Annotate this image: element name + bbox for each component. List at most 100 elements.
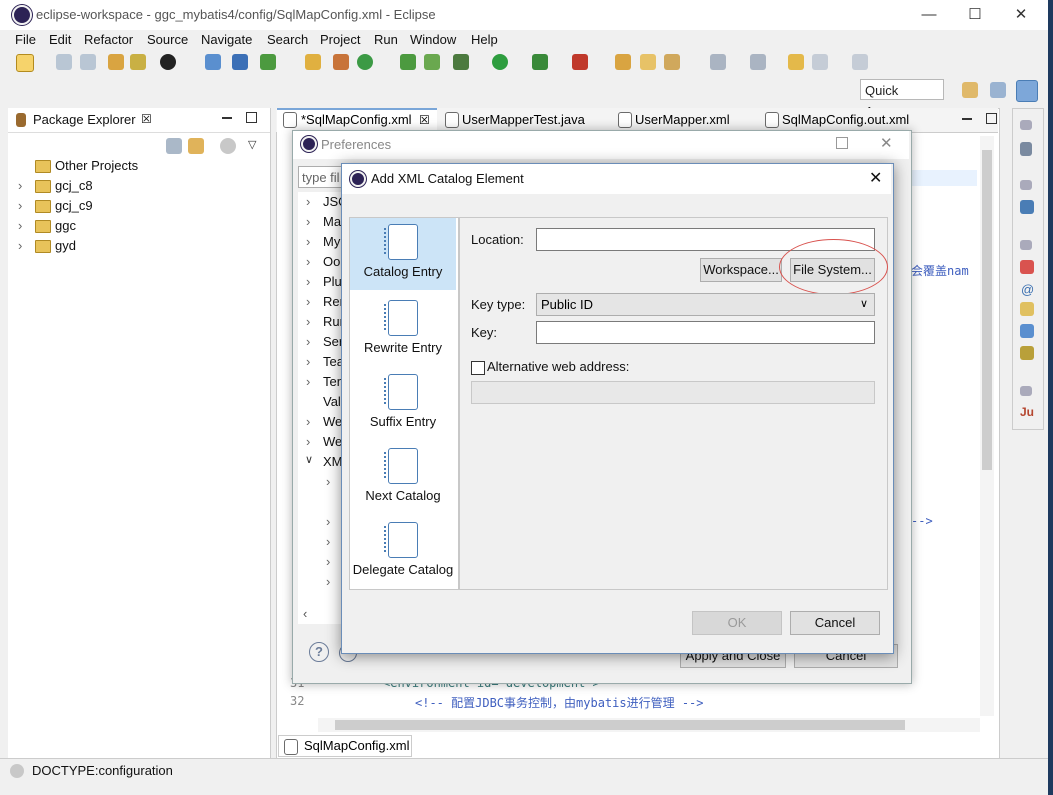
declaration-icon[interactable] [1020,302,1034,316]
bug-icon[interactable] [453,54,469,70]
tab-sqlmapconfig-out[interactable]: SqlMapConfig.out.xml [778,108,909,132]
outline-icon[interactable] [1020,142,1032,156]
javadoc-icon[interactable]: @ [1021,282,1034,297]
minimize-editor-icon[interactable] [962,118,972,120]
expand-icon[interactable]: › [306,334,310,349]
expand-icon[interactable]: › [306,354,310,369]
open-type-icon[interactable] [108,54,124,70]
menu-edit[interactable]: Edit [49,32,71,47]
expand-icon[interactable]: › [326,474,330,489]
preferences-maximize[interactable] [836,137,848,149]
suffix-entry-option[interactable]: Suffix Entry [350,368,456,438]
close-button[interactable]: ✕ [998,0,1044,30]
help-icon[interactable]: ? [309,642,329,662]
pref-item[interactable]: We [323,414,342,429]
expand-icon[interactable]: › [18,238,22,253]
pref-item[interactable]: XM [323,454,343,469]
key-input[interactable] [536,321,875,344]
tree-item-gcj-c9[interactable]: gcj_c9 [55,198,93,213]
forward-icon[interactable] [852,54,868,70]
back-icon[interactable] [812,54,828,70]
next-catalog-option[interactable]: Next Catalog [350,442,456,512]
maximize-view-icon[interactable] [246,112,257,123]
open-perspective-icon[interactable] [962,82,978,98]
tree-item-other-projects[interactable]: Other Projects [55,158,138,173]
expand-icon[interactable]: › [306,234,310,249]
save-all-icon[interactable] [80,54,96,70]
workspace-button[interactable]: Workspace... [700,258,782,282]
tree-item-ggc[interactable]: ggc [55,218,76,233]
server-icon[interactable] [424,54,440,70]
console-view-icon[interactable] [1020,324,1034,338]
menu-window[interactable]: Window [410,32,456,47]
pref-item[interactable]: My [323,234,340,249]
expand-icon[interactable]: › [326,534,330,549]
cancel-button[interactable]: Cancel [790,611,880,635]
tree-item-gcj-c8[interactable]: gcj_c8 [55,178,93,193]
task-icon[interactable] [260,54,276,70]
catalog-entry-option[interactable]: Catalog Entry [350,218,456,290]
focus-icon[interactable] [220,138,236,154]
new-java-icon[interactable] [305,54,321,70]
tab-usermapper[interactable]: UserMapper.xml [631,108,730,132]
tab-sqlmapconfig[interactable]: *SqlMapConfig.xml [297,108,412,132]
package-icon[interactable] [333,54,349,70]
folder-icon[interactable] [640,54,656,70]
alternative-web-address-checkbox[interactable] [471,361,485,375]
menu-search[interactable]: Search [267,32,308,47]
pref-item[interactable]: Ter [323,374,341,389]
expand-icon[interactable]: › [18,198,22,213]
last-edit-icon[interactable] [788,54,804,70]
restore-icon[interactable] [1020,240,1032,250]
pref-item[interactable]: Val [323,394,341,409]
view-menu-icon[interactable]: ▽ [248,138,256,151]
expand-icon[interactable]: › [18,178,22,193]
java-ee-perspective-icon[interactable] [990,82,1006,98]
menu-help[interactable]: Help [471,32,498,47]
restore-icon[interactable] [1020,180,1032,190]
debug-icon[interactable] [232,54,248,70]
dialog-close-button[interactable]: ✕ [869,168,882,188]
bottom-tab-label[interactable]: SqlMapConfig.xml [300,734,410,758]
menu-run[interactable]: Run [374,32,398,47]
delegate-catalog-option[interactable]: Delegate Catalog [350,516,456,586]
expand-icon[interactable]: › [326,514,330,529]
open-folder-icon[interactable] [615,54,631,70]
collapse-icon[interactable]: ∨ [305,453,313,466]
expand-icon[interactable]: › [306,314,310,329]
expand-icon[interactable]: › [306,414,310,429]
menu-refactor[interactable]: Refactor [84,32,133,47]
collapse-all-icon[interactable] [166,138,182,154]
menu-file[interactable]: File [15,32,36,47]
tab-close-icon[interactable]: ☒ [415,108,430,132]
package-explorer-title[interactable]: Package Explorer [33,112,136,127]
open-resource-icon[interactable] [130,54,146,70]
expand-icon[interactable]: › [326,554,330,569]
expand-icon[interactable]: › [306,434,310,449]
pen-icon[interactable] [664,54,680,70]
restore-icon[interactable] [1020,386,1032,396]
expand-icon[interactable]: › [306,274,310,289]
tab-usermappertest[interactable]: UserMapperTest.java [458,108,585,132]
maximize-button[interactable]: ☐ [952,0,998,30]
console-icon[interactable] [205,54,221,70]
expand-icon[interactable]: › [306,214,310,229]
scroll-thumb[interactable] [982,150,992,470]
expand-icon[interactable]: › [306,294,310,309]
expand-icon[interactable]: › [326,574,330,589]
expand-icon[interactable]: › [306,194,310,209]
save-icon[interactable] [56,54,72,70]
menu-source[interactable]: Source [147,32,188,47]
run-config-icon[interactable] [532,54,548,70]
h-scroll-thumb[interactable] [335,720,905,730]
problems-icon[interactable] [1020,260,1034,274]
restore-icon[interactable] [1020,120,1032,130]
deploy-icon[interactable] [400,54,416,70]
expand-icon[interactable]: › [306,254,310,269]
refresh-icon[interactable] [357,54,373,70]
package-explorer-close[interactable]: ☒ [141,112,152,126]
junit-icon[interactable]: Ju [1020,405,1034,419]
rewrite-entry-option[interactable]: Rewrite Entry [350,294,456,364]
minimize-button[interactable]: — [906,0,952,30]
quick-access-input[interactable]: Quick Access [860,79,944,119]
